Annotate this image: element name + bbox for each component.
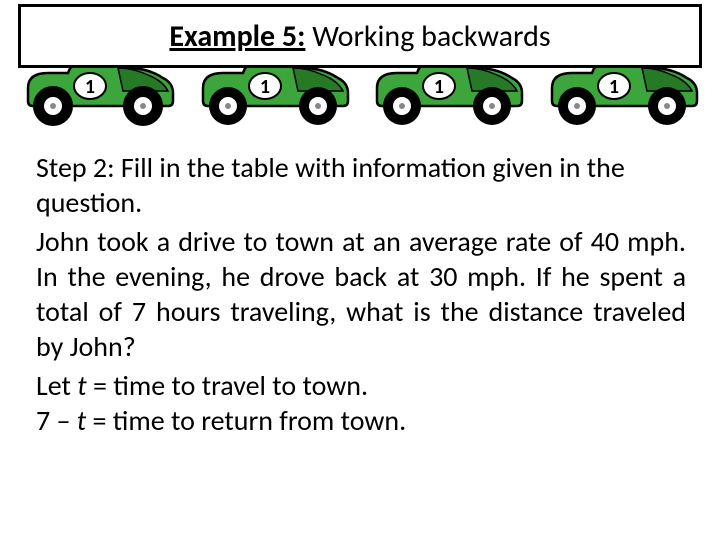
let2-var: t xyxy=(77,403,86,438)
let1-var: t xyxy=(77,368,86,403)
let2-prefix: 7 – xyxy=(36,403,77,438)
let1-suffix: = time to travel to town. xyxy=(87,368,368,403)
variable-definition-2: 7 – t = time to return from town. xyxy=(36,403,686,438)
let2-suffix: = time to return from town. xyxy=(86,403,406,438)
let1-prefix: Let xyxy=(36,368,77,403)
variable-definition-1: Let t = time to travel to town. xyxy=(36,368,686,403)
title-label: Example 5: xyxy=(169,18,305,55)
slide-title: Example 5: Working backwards xyxy=(169,18,550,55)
content-area: Step 2: Fill in the table with informati… xyxy=(36,150,686,438)
svg-text:1: 1 xyxy=(609,75,619,99)
svg-text:1: 1 xyxy=(85,75,95,99)
title-box: Example 5: Working backwards xyxy=(18,4,702,68)
svg-text:1: 1 xyxy=(434,75,444,99)
title-subtext: Working backwards xyxy=(305,18,550,55)
svg-text:1: 1 xyxy=(260,75,270,99)
step-instruction: Step 2: Fill in the table with informati… xyxy=(36,150,686,220)
problem-statement: John took a drive to town at an average … xyxy=(36,224,686,364)
